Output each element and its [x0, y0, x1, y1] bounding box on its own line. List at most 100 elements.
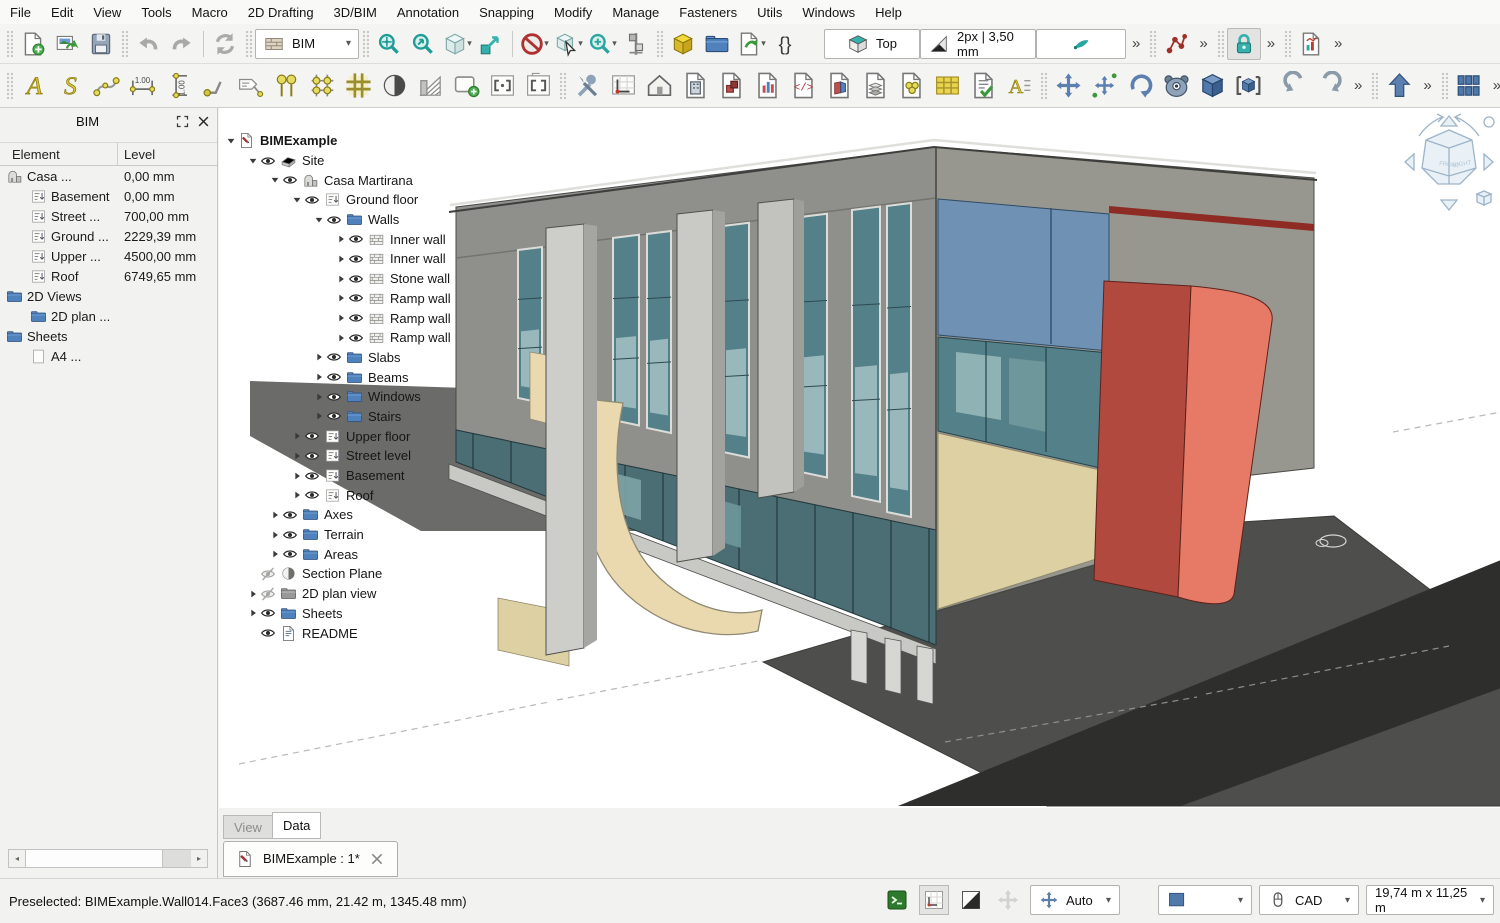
- toolbar-overflow-1[interactable]: »: [1126, 35, 1146, 52]
- toolbar2-overflow-2[interactable]: »: [1417, 77, 1437, 94]
- menu-item-macro[interactable]: Macro: [182, 3, 238, 22]
- tree-item-terrain[interactable]: Terrain: [224, 525, 451, 545]
- navigation-cube[interactable]: FRONT RIGHT: [1399, 110, 1499, 216]
- export-button[interactable]: ▾: [734, 28, 768, 60]
- schedule-chart-button[interactable]: [749, 67, 785, 105]
- create-group-button[interactable]: [700, 28, 734, 60]
- panel-horizontal-scrollbar[interactable]: ◂ ▸: [8, 849, 208, 868]
- tree-item-2d-plan-view[interactable]: 2D plan view: [224, 584, 451, 604]
- tree-item-windows[interactable]: Windows: [224, 387, 451, 407]
- visibility-eye-icon[interactable]: [348, 290, 364, 306]
- tree-expanded-arrow-icon[interactable]: [246, 154, 260, 168]
- tree-collapsed-arrow-icon[interactable]: [268, 528, 282, 542]
- visibility-eye-icon[interactable]: [348, 271, 364, 287]
- visibility-eye-icon[interactable]: [260, 625, 276, 641]
- toolbar-drag-handle[interactable]: [559, 72, 566, 100]
- toolbar-drag-handle[interactable]: [6, 72, 13, 100]
- tree-expanded-arrow-icon[interactable]: [224, 134, 238, 148]
- bim-panel-row-basement[interactable]: Basement0,00 mm: [0, 186, 217, 206]
- working-plane-tracker-button[interactable]: [919, 885, 949, 915]
- redo-button[interactable]: [165, 28, 199, 60]
- dependency-graph-button[interactable]: [1159, 28, 1193, 60]
- copy-move-button[interactable]: [1086, 67, 1122, 105]
- tree-item-inner-wall[interactable]: Inner wall: [224, 229, 451, 249]
- visibility-eye-icon[interactable]: [326, 408, 342, 424]
- tree-collapsed-arrow-icon[interactable]: [290, 429, 304, 443]
- toolbar-drag-handle[interactable]: [245, 30, 252, 58]
- visibility-eye-icon[interactable]: [326, 389, 342, 405]
- compound-button[interactable]: [1230, 67, 1266, 105]
- offset-button[interactable]: [1276, 67, 1312, 105]
- visibility-eye-icon[interactable]: [282, 546, 298, 562]
- menu-item-view[interactable]: View: [83, 3, 131, 22]
- sketch-tool-button[interactable]: [1036, 29, 1126, 59]
- visibility-eye-icon[interactable]: [304, 192, 320, 208]
- bim-panel-row-street[interactable]: Street ...700,00 mm: [0, 206, 217, 226]
- section-sphere-button[interactable]: [376, 67, 412, 105]
- working-plane-view-button[interactable]: [605, 67, 641, 105]
- workbench-selector[interactable]: BIM▾: [255, 29, 359, 59]
- panel-close-icon[interactable]: [196, 114, 211, 129]
- tree-item-ramp-wall[interactable]: Ramp wall: [224, 328, 451, 348]
- axis-system-button[interactable]: [304, 67, 340, 105]
- menu-item-snapping[interactable]: Snapping: [469, 3, 544, 22]
- ifc-code-button[interactable]: [785, 67, 821, 105]
- toolbar-drag-handle[interactable]: [1149, 30, 1156, 58]
- visibility-eye-icon[interactable]: [348, 251, 364, 267]
- tree-collapsed-arrow-icon[interactable]: [246, 606, 260, 620]
- expression-editor-button[interactable]: [768, 28, 802, 60]
- material-balls-button[interactable]: [893, 67, 929, 105]
- part-tools-button[interactable]: [666, 28, 700, 60]
- bim-panel-row-upper[interactable]: Upper ...4500,00 mm: [0, 246, 217, 266]
- draw-style-button[interactable]: [956, 885, 986, 915]
- project-button[interactable]: [641, 67, 677, 105]
- visibility-eye-icon[interactable]: [326, 369, 342, 385]
- tab-data[interactable]: Data: [272, 812, 321, 839]
- tree-item-ramp-wall[interactable]: Ramp wall: [224, 308, 451, 328]
- measure-button[interactable]: [619, 28, 653, 60]
- hatch-slope-button[interactable]: [412, 67, 448, 105]
- layers-document-button[interactable]: [857, 67, 893, 105]
- tree-item-ramp-wall[interactable]: Ramp wall: [224, 289, 451, 309]
- visibility-eye-icon[interactable]: [282, 172, 298, 188]
- rotate-button[interactable]: [1122, 67, 1158, 105]
- linear-dimension-button[interactable]: [124, 67, 160, 105]
- tree-item-areas[interactable]: Areas: [224, 544, 451, 564]
- scrollbar-thumb[interactable]: [25, 850, 163, 867]
- close-tab-icon[interactable]: [369, 851, 385, 867]
- working-plane-top-button[interactable]: Top: [824, 29, 920, 59]
- toolbar-overflow-2[interactable]: »: [1193, 35, 1213, 52]
- vertical-dimension-button[interactable]: [160, 67, 196, 105]
- tree-item-basement[interactable]: Basement: [224, 466, 451, 486]
- line-width-style-button[interactable]: 2px | 3,50 mm: [920, 29, 1036, 59]
- refresh-button[interactable]: [208, 28, 242, 60]
- undo-button[interactable]: [131, 28, 165, 60]
- menu-item-modify[interactable]: Modify: [544, 3, 602, 22]
- toolbar-drag-handle[interactable]: [121, 30, 128, 58]
- tree-collapsed-arrow-icon[interactable]: [334, 232, 348, 246]
- schedule-table-button[interactable]: [929, 67, 965, 105]
- layer-color-select[interactable]: ▾: [1158, 885, 1252, 915]
- tree-collapsed-arrow-icon[interactable]: [268, 508, 282, 522]
- toolbar-drag-handle[interactable]: [1284, 30, 1291, 58]
- toolbar2-overflow-3[interactable]: »: [1487, 77, 1500, 94]
- leader-line-button[interactable]: [196, 67, 232, 105]
- tree-collapsed-arrow-icon[interactable]: [334, 252, 348, 266]
- bim-panel-row-a4[interactable]: A4 ...: [0, 346, 217, 366]
- tree-collapsed-arrow-icon[interactable]: [334, 331, 348, 345]
- tree-item-roof[interactable]: Roof: [224, 485, 451, 505]
- save-file-button[interactable]: [84, 28, 118, 60]
- visibility-eye-icon[interactable]: [348, 330, 364, 346]
- tree-item-bimexample[interactable]: BIMExample: [224, 131, 451, 151]
- visibility-eye-icon[interactable]: [348, 310, 364, 326]
- column-element[interactable]: Element: [0, 143, 118, 165]
- menu-item-2d-drafting[interactable]: 2D Drafting: [238, 3, 324, 22]
- grid-button[interactable]: [340, 67, 376, 105]
- tree-item-beams[interactable]: Beams: [224, 367, 451, 387]
- scroll-left-arrow-icon[interactable]: ◂: [9, 850, 25, 867]
- report-document-button[interactable]: [1294, 28, 1328, 60]
- tree-collapsed-arrow-icon[interactable]: [334, 291, 348, 305]
- viewport-dimensions-select[interactable]: 19,74 m x 11,25 m ▾: [1366, 885, 1494, 915]
- tree-item-walls[interactable]: Walls: [224, 210, 451, 230]
- tree-expanded-arrow-icon[interactable]: [312, 213, 326, 227]
